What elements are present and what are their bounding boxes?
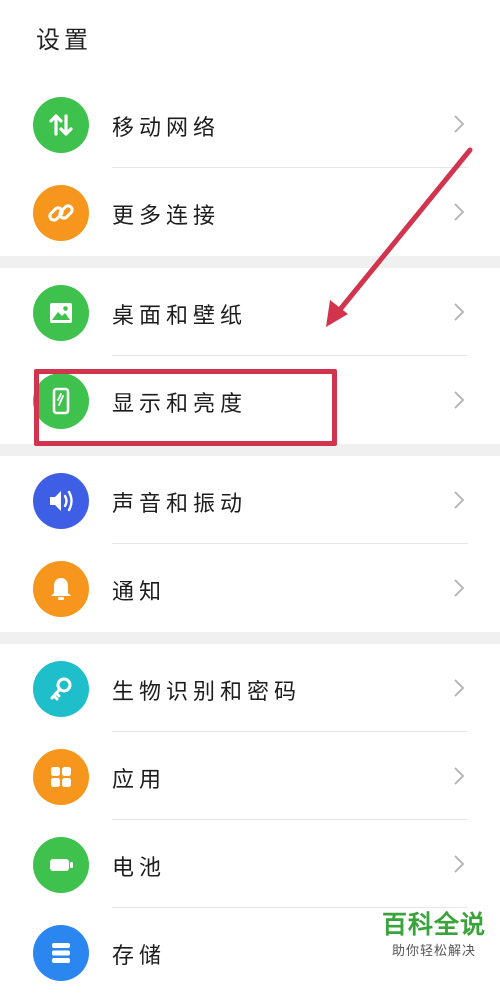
settings-item-label: 应用 (112, 768, 167, 793)
settings-item-desktop-wallpaper[interactable]: 桌面和壁纸 (0, 268, 500, 356)
apps-grid-icon (33, 749, 89, 805)
settings-item-mobile-network[interactable]: 移动网络 (0, 80, 500, 168)
volume-icon (33, 473, 89, 529)
section-gap (0, 256, 500, 268)
chevron-right-icon (454, 579, 465, 597)
image-icon (33, 285, 89, 341)
storage-icon (33, 925, 89, 981)
section-gap (0, 632, 500, 644)
chevron-right-icon (454, 491, 465, 509)
settings-item-display-brightness[interactable]: 显示和亮度 (0, 356, 500, 444)
settings-item-label: 更多连接 (112, 204, 221, 229)
settings-item-more-connections[interactable]: 更多连接 (0, 168, 500, 256)
chevron-right-icon (454, 303, 465, 321)
display-brightness-icon (33, 373, 89, 429)
settings-item-label: 声音和振动 (112, 492, 248, 517)
page-title: 设置 (36, 26, 92, 54)
key-icon (33, 661, 89, 717)
settings-item-label: 移动网络 (112, 116, 221, 141)
settings-item-apps[interactable]: 应用 (0, 732, 500, 820)
battery-icon (33, 837, 89, 893)
chevron-right-icon (454, 391, 465, 409)
chevron-right-icon (454, 203, 465, 221)
watermark: 百科全说 助你轻松解决 (382, 910, 486, 959)
chevron-right-icon (454, 679, 465, 697)
watermark-title: 百科全说 (381, 910, 486, 939)
mobile-data-icon (33, 97, 89, 153)
section-gap (0, 444, 500, 456)
settings-item-battery[interactable]: 电池 (0, 820, 500, 908)
settings-item-label: 桌面和壁纸 (112, 304, 248, 329)
settings-item-notifications[interactable]: 通知 (0, 544, 500, 632)
settings-item-sound-vibration[interactable]: 声音和振动 (0, 456, 500, 544)
chevron-right-icon (454, 115, 465, 133)
settings-item-label: 电池 (112, 856, 167, 881)
chevron-right-icon (454, 767, 465, 785)
bell-icon (33, 561, 89, 617)
chevron-right-icon (454, 855, 465, 873)
watermark-subtitle: 助你轻松解决 (391, 944, 476, 959)
settings-item-label: 显示和亮度 (112, 392, 248, 417)
settings-item-label: 存储 (112, 944, 167, 969)
settings-item-label: 通知 (112, 580, 167, 605)
settings-item-biometrics-password[interactable]: 生物识别和密码 (0, 644, 500, 732)
link-icon (33, 185, 89, 241)
settings-item-label: 生物识别和密码 (112, 680, 302, 705)
